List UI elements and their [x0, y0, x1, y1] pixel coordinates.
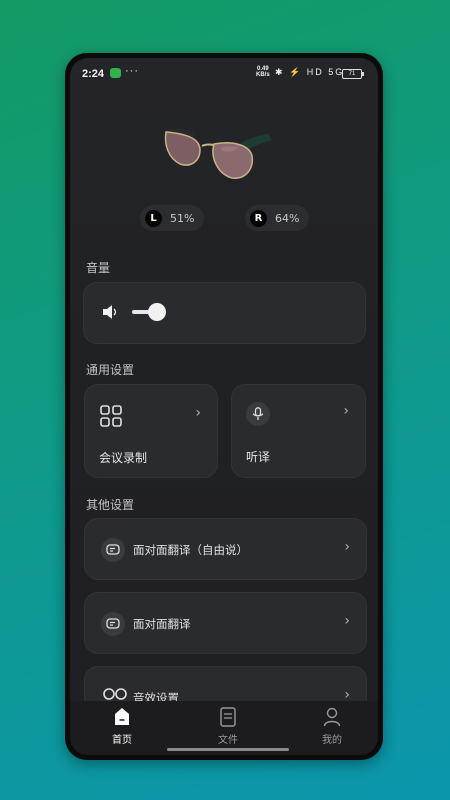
volume-section-title: 音量 — [86, 261, 111, 275]
tab-mine-label: 我的 — [322, 735, 342, 746]
sound-effect-label: 音效设置 — [133, 691, 179, 701]
home-indicator[interactable] — [167, 748, 289, 751]
meeting-record-label: 会议录制 — [99, 451, 148, 465]
tab-mine[interactable]: 我的 — [302, 707, 362, 746]
glasses-image — [164, 128, 272, 179]
general-section-title: 通用设置 — [86, 363, 135, 377]
sound-effect-row[interactable]: 音效设置 › — [84, 666, 367, 701]
user-icon — [323, 707, 341, 727]
volume-card — [83, 282, 366, 344]
chat-bubble-icon — [101, 612, 125, 636]
tab-files[interactable]: 文件 — [198, 707, 258, 746]
right-label: R — [250, 209, 267, 227]
chevron-right-icon: › — [195, 405, 201, 421]
face-to-face-label: 面对面翻译 — [133, 617, 191, 631]
grid-icon — [100, 405, 122, 427]
wechat-icon — [110, 68, 121, 78]
main-content[interactable]: L 51% R 64% 音量 通用设置 › 会议录制 › 听译 其他设置 面对面… — [70, 92, 378, 701]
face-to-face-free-row[interactable]: 面对面翻译（自由说） › — [84, 518, 367, 580]
status-time: 2:24 — [82, 68, 105, 80]
chevron-right-icon: › — [343, 403, 349, 419]
other-section-title: 其他设置 — [86, 498, 135, 512]
right-earpiece-battery: R 64% — [245, 205, 310, 231]
more-notifications-icon: ··· — [125, 65, 139, 77]
phone-frame: 2:24 ··· 0.49 KB/s ✱ ⚡ HD 5G 71 L 51% R … — [65, 53, 383, 760]
net-speed-unit: KB/s — [256, 72, 270, 78]
left-earpiece-battery: L 51% — [140, 205, 205, 231]
right-battery-value: 64% — [275, 211, 300, 225]
net-speed: 0.49 KB/s — [256, 66, 270, 78]
left-label: L — [145, 209, 162, 227]
listen-translate-label: 听译 — [246, 450, 271, 464]
home-icon — [115, 708, 129, 725]
chevron-right-icon: › — [344, 539, 350, 555]
face-to-face-row[interactable]: 面对面翻译 › — [84, 592, 367, 654]
tab-files-label: 文件 — [218, 735, 238, 746]
meeting-record-tile[interactable]: › 会议录制 — [84, 384, 218, 478]
volume-slider-knob[interactable] — [148, 303, 166, 321]
sound-effect-icon — [103, 688, 127, 700]
chevron-right-icon: › — [344, 613, 350, 629]
listen-translate-tile[interactable]: › 听译 — [231, 384, 366, 478]
volume-icon[interactable] — [102, 305, 118, 319]
tab-home-label: 首页 — [112, 735, 132, 746]
left-battery-value: 51% — [170, 211, 195, 225]
status-bar: 2:24 ··· 0.49 KB/s ✱ ⚡ HD 5G 71 — [70, 58, 378, 92]
status-icons: ✱ ⚡ HD 5G — [275, 67, 345, 77]
bottom-tab-bar: 首页 文件 我的 — [70, 701, 378, 755]
microphone-icon — [246, 402, 270, 426]
face-to-face-free-label: 面对面翻译（自由说） — [133, 543, 248, 557]
app-screen: 2:24 ··· 0.49 KB/s ✱ ⚡ HD 5G 71 L 51% R … — [70, 58, 378, 755]
file-icon — [220, 707, 236, 727]
tab-home[interactable]: 首页 — [92, 707, 152, 746]
chat-bubble-icon — [101, 538, 125, 562]
battery-icon: 71 — [342, 69, 364, 79]
chevron-right-icon: › — [344, 687, 350, 701]
